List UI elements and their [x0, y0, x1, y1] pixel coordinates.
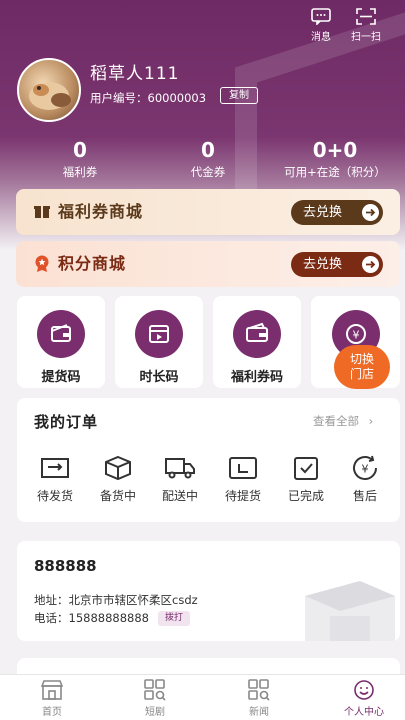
store-building-illustration — [305, 581, 395, 641]
svg-text:¥: ¥ — [362, 463, 369, 476]
tab-personal-center[interactable]: 个人中心 — [324, 679, 404, 718]
stat-welfare-coupon[interactable]: 0 福利券 — [40, 139, 120, 180]
tile-label: 福利券码 — [230, 370, 283, 385]
bottom-tab-bar: 首页 短剧 新闻 个人中心 — [0, 674, 405, 720]
stat-label: 代金券 — [190, 165, 226, 179]
box-icon — [105, 455, 131, 481]
order-pending-ship[interactable]: 待发货 — [25, 455, 85, 504]
tab-label: 个人中心 — [344, 707, 384, 718]
tab-news[interactable]: 新闻 — [219, 679, 299, 718]
tab-home[interactable]: 首页 — [12, 679, 92, 718]
stat-value: 0 — [73, 138, 87, 162]
order-after-sale[interactable]: ¥ 售后 — [335, 455, 395, 504]
points-mall-banner[interactable]: 积分商城 去兑换 — [16, 241, 400, 287]
video-clapper-icon — [135, 310, 183, 358]
store-phone: 电话：15888888888 — [34, 611, 149, 625]
pickup-icon — [229, 457, 257, 479]
arrow-right-icon — [362, 204, 379, 221]
user-id-label: 用户编号： — [90, 91, 148, 105]
medal-icon — [35, 255, 49, 272]
store-card — [17, 541, 400, 641]
user-id: 用户编号：60000003 — [90, 90, 206, 106]
switch-store-line1: 切换 — [349, 352, 374, 366]
order-delivering[interactable]: 配送中 — [150, 455, 210, 504]
stat-label: 可用+在途（积分） — [284, 165, 386, 179]
truck-icon — [165, 458, 195, 479]
grid-search-icon — [144, 679, 166, 701]
message-label: 消息 — [311, 32, 331, 43]
order-label: 售后 — [352, 489, 377, 503]
order-label: 待发货 — [36, 489, 73, 503]
points-mall-exchange-button[interactable]: 去兑换 — [291, 252, 383, 277]
dial-button[interactable]: 拨打 — [158, 611, 190, 626]
tile-pickup-code[interactable]: 提货码 — [17, 296, 105, 388]
switch-store-button[interactable]: 切换 门店 — [334, 345, 390, 389]
tab-label: 新闻 — [249, 707, 269, 718]
stat-label: 福利券 — [62, 165, 98, 179]
stat-voucher[interactable]: 0 代金券 — [168, 139, 248, 180]
after-sale-icon: ¥ — [353, 455, 377, 480]
message-icon — [311, 8, 331, 25]
points-mall-title: 积分商城 — [58, 254, 127, 273]
order-completed[interactable]: 已完成 — [276, 455, 336, 504]
welfare-mall-exchange-button[interactable]: 去兑换 — [291, 200, 383, 225]
order-label: 配送中 — [161, 489, 198, 503]
switch-store-line2: 门店 — [349, 367, 374, 381]
exchange-label: 去兑换 — [303, 257, 343, 272]
scan-button[interactable]: 扫一扫 — [346, 8, 386, 43]
exchange-label: 去兑换 — [303, 205, 343, 220]
stat-points[interactable]: 0+0 可用+在途（积分） — [270, 139, 400, 180]
smile-icon — [354, 680, 374, 700]
clipboard-check-icon — [294, 457, 318, 480]
tile-duration-code[interactable]: 时长码 — [115, 296, 203, 388]
gift-box-icon — [34, 206, 50, 218]
pending-ship-icon — [41, 458, 69, 478]
arrow-right-icon — [362, 256, 379, 273]
stat-value: 0+0 — [312, 138, 358, 162]
header-decoration — [235, 12, 405, 218]
tab-short-drama[interactable]: 短剧 — [115, 679, 195, 718]
grid-search-icon — [248, 679, 270, 701]
order-preparing[interactable]: 备货中 — [88, 455, 148, 504]
svg-text:¥: ¥ — [352, 329, 359, 342]
shop-icon — [40, 680, 64, 700]
tile-label: 时长码 — [139, 370, 179, 385]
scan-label: 扫一扫 — [351, 32, 381, 43]
copy-button[interactable]: 复制 — [220, 87, 258, 104]
stat-value: 0 — [201, 138, 215, 162]
scan-icon — [356, 8, 376, 25]
store-name: 888888 — [34, 557, 97, 575]
order-label: 已完成 — [287, 489, 324, 503]
message-button[interactable]: 消息 — [301, 8, 341, 43]
tab-label: 首页 — [42, 707, 62, 718]
tab-label: 短剧 — [145, 707, 165, 718]
wallet-card-icon — [37, 310, 85, 358]
order-label: 待提货 — [224, 489, 261, 503]
see-all-label: 查看全部 — [313, 414, 359, 428]
tile-welfare-coupon-code[interactable]: 福利券码 — [213, 296, 301, 388]
order-label: 备货中 — [99, 489, 136, 503]
user-id-value: 60000003 — [147, 91, 207, 105]
order-await-pickup[interactable]: 待提货 — [213, 455, 273, 504]
tile-label: 提货码 — [41, 370, 81, 385]
chevron-right-icon: › — [368, 414, 374, 428]
orders-title: 我的订单 — [34, 413, 99, 431]
welfare-mall-title: 福利券商城 — [58, 202, 144, 221]
avatar[interactable] — [17, 58, 81, 122]
user-name: 稻草人111 — [90, 64, 180, 84]
see-all-orders-link[interactable]: 查看全部 › — [313, 413, 373, 429]
wallet-icon — [233, 310, 281, 358]
store-address: 地址：北京市市辖区怀柔区csdz — [34, 593, 198, 607]
welfare-mall-banner[interactable]: 福利券商城 去兑换 — [16, 189, 400, 235]
